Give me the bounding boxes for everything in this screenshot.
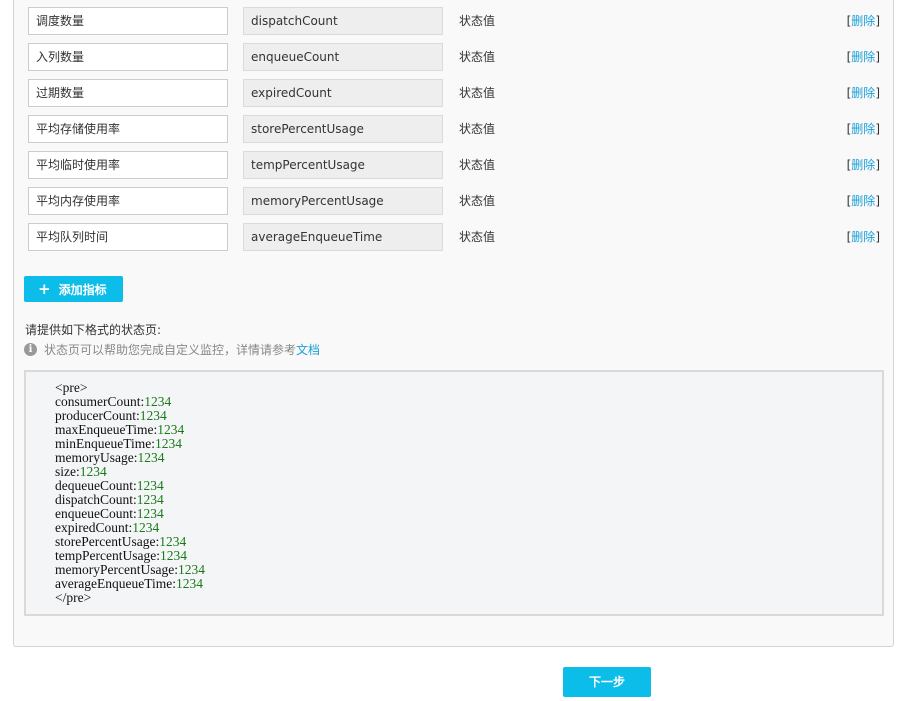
plus-icon: + (38, 280, 51, 298)
code-line: tempPercentUsage:1234 (55, 549, 882, 563)
metric-row: 调度数量 dispatchCount 状态值 [删除] (28, 7, 883, 35)
metric-type-label: 状态值 (459, 158, 496, 172)
delete-link[interactable]: 删除 (851, 158, 875, 172)
delete-link[interactable]: 删除 (851, 14, 875, 28)
hint-text: 状态页可以帮助您完成自定义监控，详情请参考 (44, 343, 297, 357)
delete-link[interactable]: 删除 (851, 50, 875, 64)
status-page-title: 请提供如下格式的状态页: (25, 323, 162, 337)
metric-name-input[interactable]: 平均临时使用率 (28, 151, 228, 179)
code-value: 1234 (137, 450, 165, 465)
add-metric-button[interactable]: + 添加指标 (24, 276, 123, 302)
delete-wrapper: [删除] (846, 14, 880, 28)
code-value: 1234 (177, 562, 205, 577)
metric-key-input: tempPercentUsage (243, 151, 443, 179)
metric-type-label: 状态值 (459, 122, 496, 136)
metric-key-input: averageEnqueueTime (243, 223, 443, 251)
code-key: consumerCount: (55, 394, 145, 409)
metric-name-input[interactable]: 平均存储使用率 (28, 115, 228, 143)
code-value: 1234 (132, 520, 160, 535)
code-line: dispatchCount:1234 (55, 493, 882, 507)
next-step-button[interactable]: 下一步 (563, 667, 651, 697)
metric-key-input: expiredCount (243, 79, 443, 107)
add-metric-label: 添加指标 (58, 283, 107, 297)
code-value: 1234 (136, 478, 164, 493)
metric-type-label: 状态值 (459, 50, 496, 64)
info-icon: i (24, 343, 37, 356)
code-key: memoryPercentUsage: (55, 562, 178, 577)
code-line: dequeueCount:1234 (55, 479, 882, 493)
code-value: 1234 (139, 408, 167, 423)
metric-row: 平均临时使用率 tempPercentUsage 状态值 [删除] (28, 151, 883, 179)
metric-type-label: 状态值 (459, 14, 496, 28)
code-value: 1234 (157, 422, 185, 437)
code-close-tag: </pre> (55, 590, 92, 605)
code-lines: consumerCount:1234 producerCount:1234 maxE… (55, 395, 882, 591)
delete-link[interactable]: 删除 (851, 122, 875, 136)
code-line: size:1234 (55, 465, 882, 479)
delete-link[interactable]: 删除 (851, 194, 875, 208)
metric-type-label: 状态值 (459, 230, 496, 244)
code-key: minEnqueueTime: (55, 436, 155, 451)
code-line: minEnqueueTime:1234 (55, 437, 882, 451)
code-key: storePercentUsage: (55, 534, 160, 549)
code-key: maxEnqueueTime: (55, 422, 158, 437)
docs-link[interactable]: 文档 (296, 341, 320, 358)
code-line: storePercentUsage:1234 (55, 535, 882, 549)
code-line: consumerCount:1234 (55, 395, 882, 409)
code-line: enqueueCount:1234 (55, 507, 882, 521)
code-value: 1234 (136, 506, 164, 521)
metric-key-input: enqueueCount (243, 43, 443, 71)
code-key: averageEnqueueTime: (55, 576, 176, 591)
code-key: tempPercentUsage: (55, 548, 160, 563)
status-page-example: <pre> consumerCount:1234 producerCount:12… (24, 370, 884, 616)
code-key: dispatchCount: (55, 492, 137, 507)
metric-row: 平均队列时间 averageEnqueueTime 状态值 [删除] (28, 223, 883, 251)
metric-type-label: 状态值 (459, 194, 496, 208)
metric-name-input[interactable]: 调度数量 (28, 7, 228, 35)
delete-link[interactable]: 删除 (851, 230, 875, 244)
code-value: 1234 (159, 534, 187, 549)
code-key: size: (55, 464, 80, 479)
code-line: expiredCount:1234 (55, 521, 882, 535)
code-line: memoryUsage:1234 (55, 451, 882, 465)
code-line: maxEnqueueTime:1234 (55, 423, 882, 437)
code-key: dequeueCount: (55, 478, 137, 493)
code-open-tag: <pre> (55, 380, 88, 395)
code-key: expiredCount: (55, 520, 133, 535)
code-value: 1234 (155, 436, 182, 451)
code-value: 1234 (159, 548, 187, 563)
code-key: memoryUsage: (55, 450, 138, 465)
metric-name-input[interactable]: 平均内存使用率 (28, 187, 228, 215)
metric-name-input[interactable]: 入列数量 (28, 43, 228, 71)
delete-link[interactable]: 删除 (851, 86, 875, 100)
status-page-hint: i 状态页可以帮助您完成自定义监控，详情请参考 文档 (24, 341, 320, 358)
code-line: memoryPercentUsage:1234 (55, 563, 882, 577)
delete-wrapper: [删除] (846, 86, 880, 100)
code-value: 1234 (144, 394, 172, 409)
delete-wrapper: [删除] (846, 194, 880, 208)
code-key: producerCount: (55, 408, 140, 423)
delete-wrapper: [删除] (846, 230, 880, 244)
delete-wrapper: [删除] (846, 122, 880, 136)
metric-key-input: storePercentUsage (243, 115, 443, 143)
code-line: producerCount:1234 (55, 409, 882, 423)
code-line: averageEnqueueTime:1234 (55, 577, 882, 591)
metric-row: 平均内存使用率 memoryPercentUsage 状态值 [删除] (28, 187, 883, 215)
delete-wrapper: [删除] (846, 50, 880, 64)
metric-row: 入列数量 enqueueCount 状态值 [删除] (28, 43, 883, 71)
code-value: 1234 (136, 492, 164, 507)
metric-type-label: 状态值 (459, 86, 496, 100)
code-value: 1234 (79, 464, 107, 479)
code-value: 1234 (175, 576, 203, 591)
metric-name-input[interactable]: 平均队列时间 (28, 223, 228, 251)
delete-wrapper: [删除] (846, 158, 880, 172)
metric-row: 过期数量 expiredCount 状态值 [删除] (28, 79, 883, 107)
code-key: enqueueCount: (55, 506, 137, 521)
metric-name-input[interactable]: 过期数量 (28, 79, 228, 107)
metric-key-input: dispatchCount (243, 7, 443, 35)
metric-key-input: memoryPercentUsage (243, 187, 443, 215)
metric-row: 平均存储使用率 storePercentUsage 状态值 [删除] (28, 115, 883, 143)
